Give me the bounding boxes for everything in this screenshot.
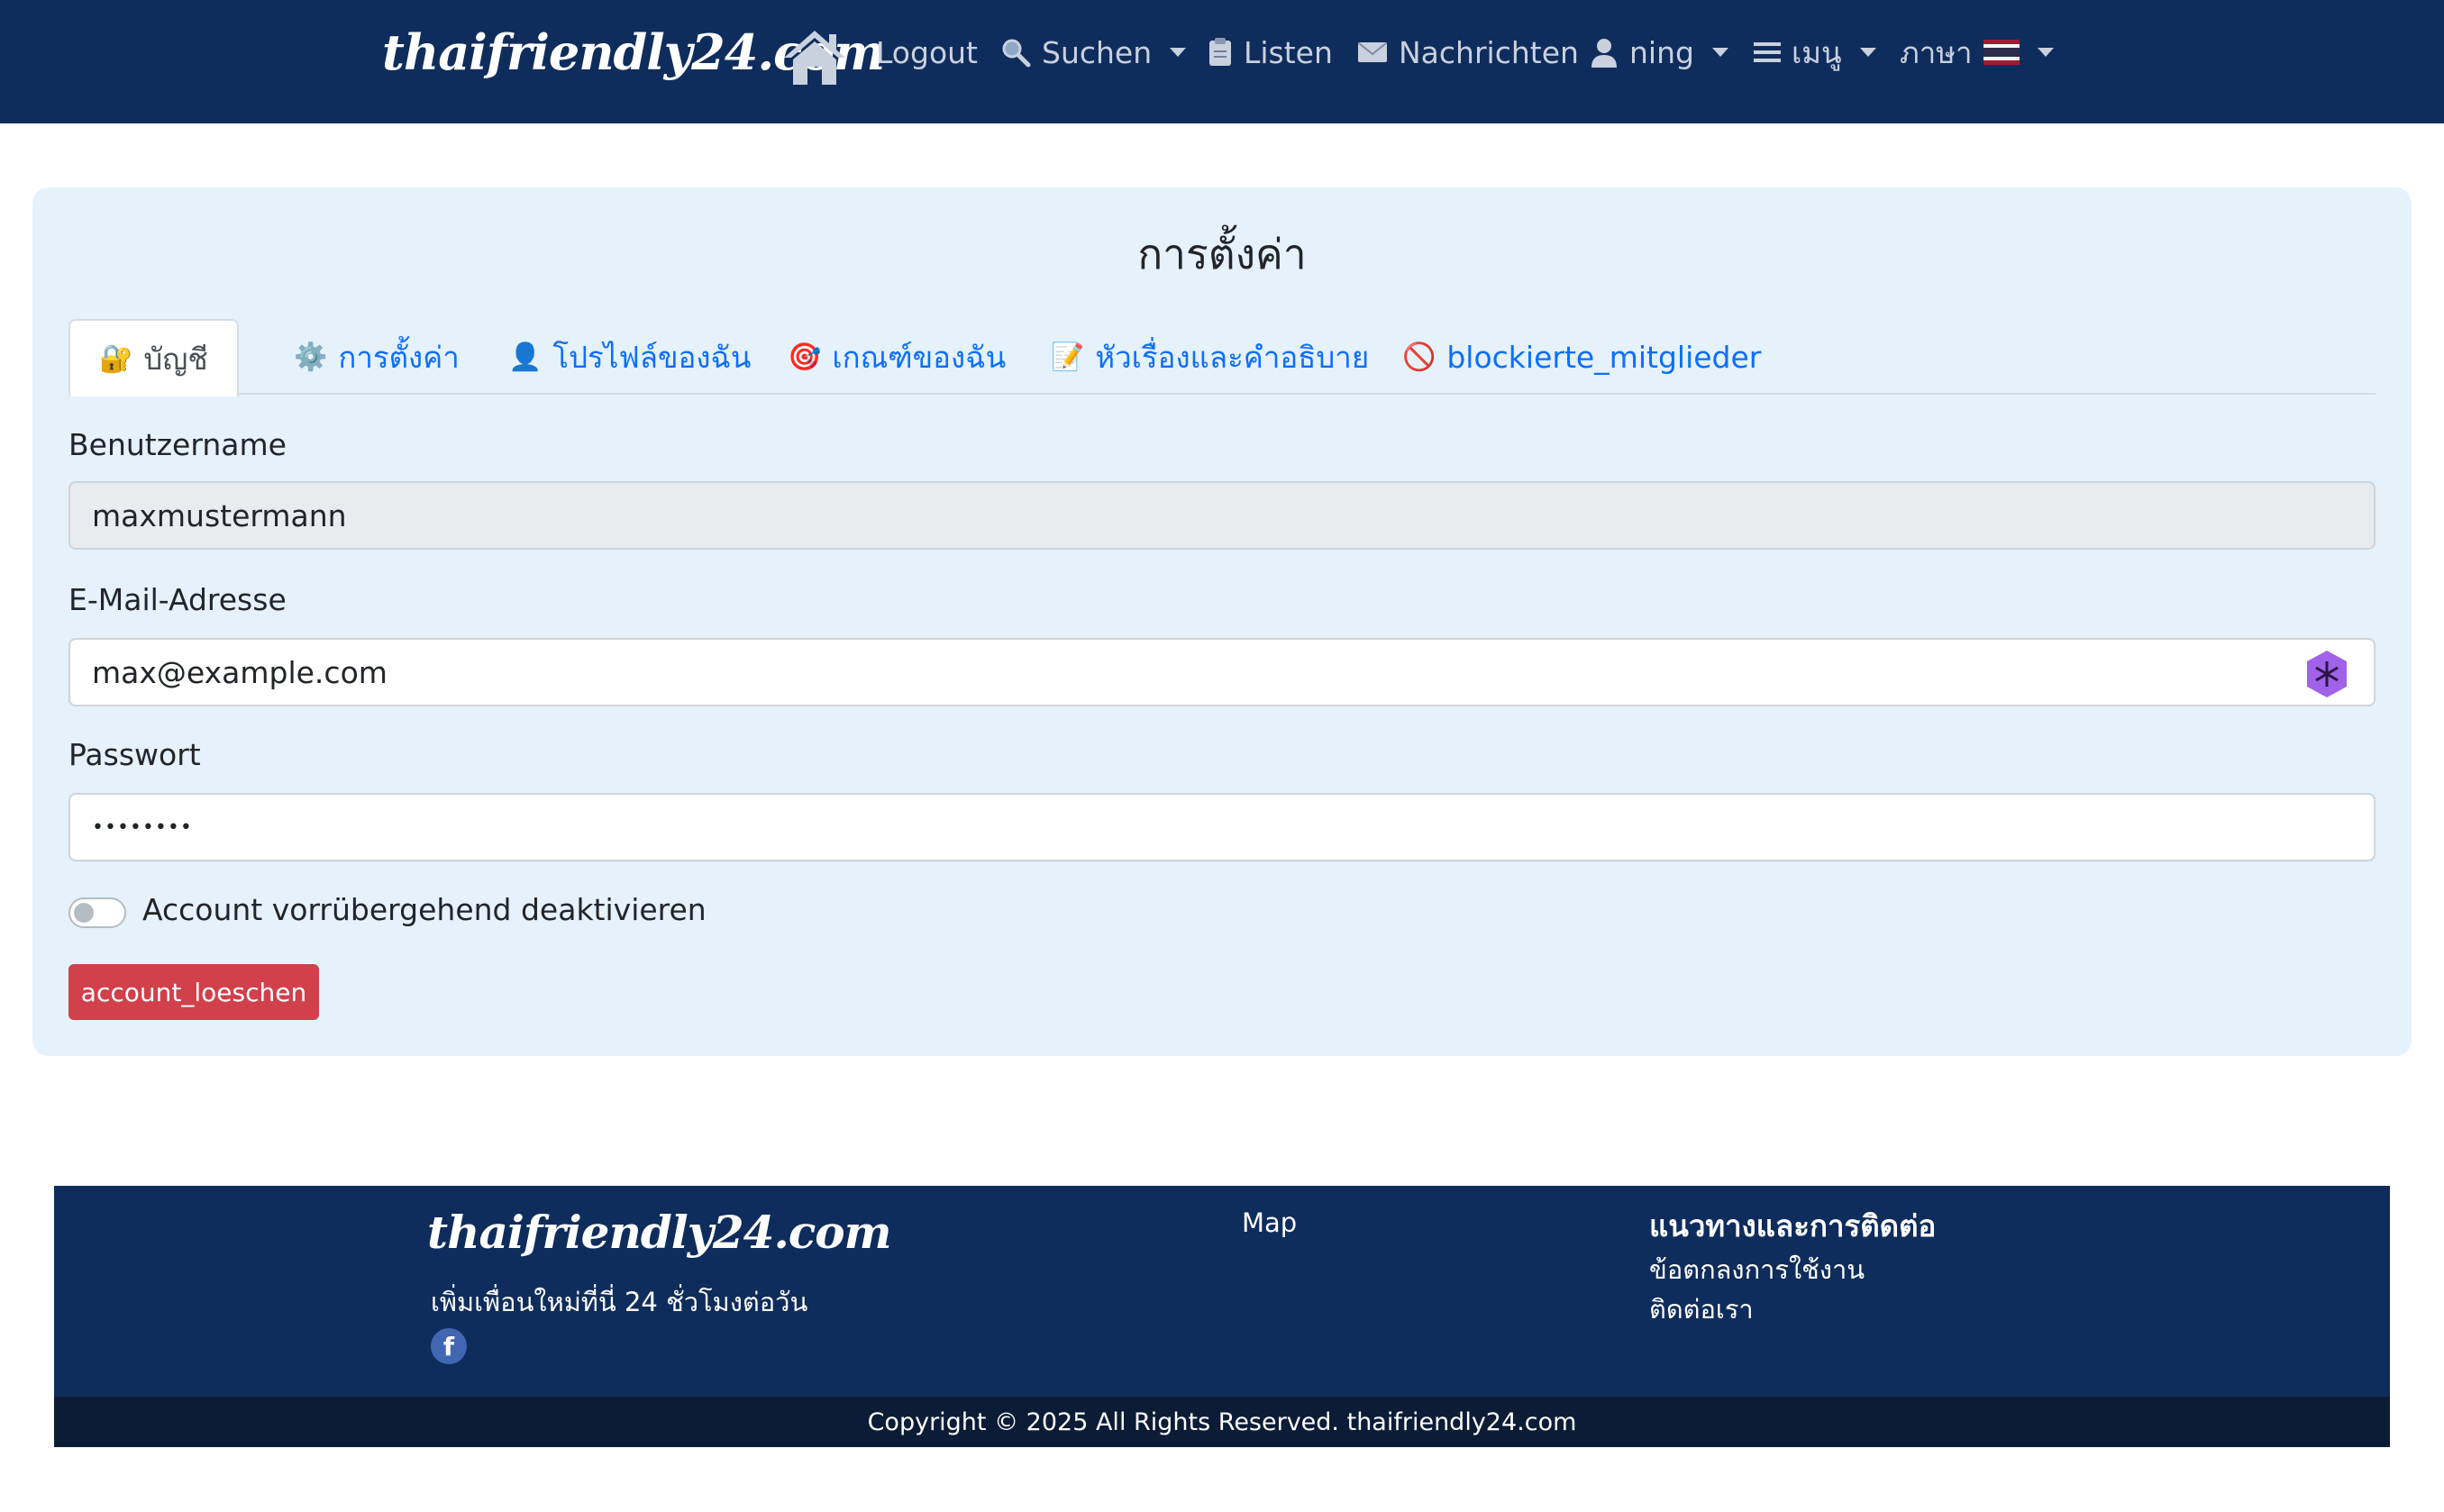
nav-logout-label: Logout [876,34,978,70]
nav-menu-label: เมนู [1792,34,1842,70]
username-value: maxmustermann [92,497,347,533]
target-icon: 🎯 [788,341,822,373]
magnifier-icon [1002,39,1031,68]
tab-my-criteria[interactable]: 🎯 เกณฑ์ของฉัน [788,319,1006,395]
tab-account-label: บัญชี [143,341,208,377]
nav-menu-dropdown[interactable]: เมนู [1754,31,1876,74]
user-icon [1591,39,1617,68]
prohibited-icon: 🚫 [1402,341,1436,373]
email-field[interactable]: max@example.com [68,638,2376,706]
tab-my-profile[interactable]: 👤 โปรไฟล์ของฉัน [508,319,751,395]
tab-settings[interactable]: ⚙️ การตั้งค่า [294,319,460,395]
clipboard-icon [1209,38,1231,66]
nav-search-dropdown[interactable]: Suchen [1000,31,1187,74]
tab-blocked-members[interactable]: 🚫 blockierte_mitglieder [1402,319,1761,395]
nav-messages-label: Nachrichten [1399,34,1579,70]
settings-tabs: 🔐 บัญชี ⚙️ การตั้งค่า 👤 โปรไฟล์ของฉัน 🎯 … [68,319,2376,396]
nav-language-label: ภาษา [1900,34,1973,70]
delete-account-button[interactable]: account_loeschen [68,964,319,1020]
chevron-down-icon [1859,48,1876,57]
facebook-icon[interactable]: f [431,1328,467,1364]
footer-brand-logo[interactable]: thaifriendly24.com [427,1206,892,1259]
tab-blocked-members-label: blockierte_mitglieder [1446,339,1762,375]
nav-logout[interactable]: Logout [876,31,978,74]
settings-card: การตั้งค่า 🔐 บัญชี ⚙️ การตั้งค่า 👤 โปรไฟ… [32,187,2412,1056]
password-manager-icon[interactable] [2303,649,2350,699]
copyright-text: Copyright © 2025 All Rights Reserved. th… [867,1407,1577,1436]
top-navbar: thaifriendly24.com Logout Suchen Listen … [0,0,2444,123]
tab-account[interactable]: 🔐 บัญชี [68,319,239,396]
footer-map-link[interactable]: Map [1242,1207,1297,1238]
memo-icon: 📝 [1051,341,1085,373]
gear-icon: ⚙️ [294,341,328,373]
nav-lists-label: Listen [1244,34,1333,70]
tab-settings-label: การตั้งค่า [338,339,460,375]
footer-terms-link[interactable]: ข้อตกลงการใช้งาน [1649,1249,1865,1290]
tab-title-description-label: หัวเรื่องและคำอธิบาย [1095,339,1370,375]
username-label: Benutzername [68,427,287,462]
page-title: การตั้งค่า [1137,230,1307,278]
nav-user-dropdown[interactable]: ning [1590,31,1728,74]
user-icon: 👤 [508,341,543,373]
envelope-icon [1358,42,1387,62]
password-label: Passwort [68,737,201,772]
nav-user-label: ning [1629,34,1694,70]
footer-tagline: เพิ่มเพื่อนใหม่ที่นี่ 24 ชั่วโมงต่อวัน [431,1287,808,1317]
footer-contact-link[interactable]: ติดต่อเรา [1649,1289,1754,1330]
nav-search-label: Suchen [1042,34,1153,70]
email-value: max@example.com [92,654,388,690]
nav-messages[interactable]: Nachrichten [1357,31,1579,74]
chevron-down-icon [1711,48,1728,57]
footer-guide-heading: แนวทางและการติดต่อ [1649,1208,1937,1243]
footer: thaifriendly24.com เพิ่มเพื่อนใหม่ที่นี่… [54,1186,2390,1397]
nav-language-dropdown[interactable]: ภาษา [1900,31,2054,74]
password-field[interactable]: •••••••• [68,793,2376,861]
nav-lists[interactable]: Listen [1208,31,1333,74]
tab-title-description[interactable]: 📝 หัวเรื่องและคำอธิบาย [1051,319,1369,395]
deactivate-account-toggle[interactable] [68,897,126,928]
home-icon[interactable] [780,27,849,87]
chevron-down-icon [1170,48,1187,57]
tab-my-profile-label: โปรไฟล์ของฉัน [552,339,752,375]
email-label: E-Mail-Adresse [68,582,287,617]
username-field: maxmustermann [68,481,2376,550]
chevron-down-icon [2037,48,2054,57]
deactivate-account-label: Account vorrübergehend deaktivieren [142,892,707,927]
tab-my-criteria-label: เกณฑ์ของฉัน [832,339,1007,375]
footer-copyright-bar: Copyright © 2025 All Rights Reserved. th… [54,1397,2390,1447]
toggle-knob [74,903,94,923]
thai-flag-icon [1983,40,2020,65]
lock-key-icon: 🔐 [99,342,133,375]
hamburger-icon [1754,42,1781,62]
password-value: •••••••• [92,815,193,839]
